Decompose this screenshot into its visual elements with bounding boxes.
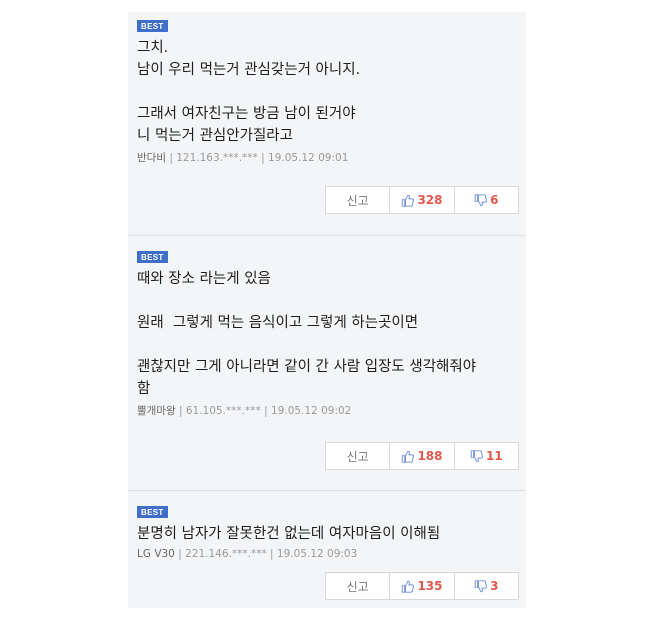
comment-panel: BEST 그치. 남이 우리 먹는거 관심갖는거 아니지. 그래서 여자친구는 … [128, 12, 526, 608]
dislike-count: 3 [490, 579, 499, 593]
comment-line [137, 334, 526, 356]
author-nick[interactable]: LG V30 [137, 548, 175, 560]
comment-divider [128, 490, 526, 491]
comment-actions: 신고 328 6 [325, 186, 519, 214]
thumbs-up-icon [401, 450, 415, 463]
comment-meta: 뿔개마왕 | 61.105.***.*** | 19.05.12 09:02 [137, 405, 352, 417]
comment-date: 19.05.12 09:02 [271, 405, 352, 417]
comment-body: 분명히 남자가 잘못한건 없는데 여자마음이 이해됨 [137, 523, 526, 545]
comment-date: 19.05.12 09:01 [268, 152, 349, 164]
thumbs-up-icon [401, 580, 415, 593]
dislike-count: 11 [485, 449, 503, 463]
dislike-button[interactable]: 3 [453, 573, 518, 599]
comment-line: 그래서 여자친구는 방금 남이 된거야 [137, 106, 356, 122]
comment-body: 때와 장소 라는게 있음 원래 그렇게 먹는 음식이고 그렇게 하는곳이면 괜찮… [137, 268, 526, 400]
like-button[interactable]: 135 [389, 573, 453, 599]
like-count: 135 [417, 579, 443, 593]
comment-line: 때와 장소 라는게 있음 [137, 271, 271, 287]
like-count: 188 [417, 449, 443, 463]
thumbs-up-icon [401, 194, 415, 207]
author-ip: 61.105.***.*** [185, 405, 261, 417]
thumbs-down-icon [474, 193, 488, 207]
comment-date: 19.05.12 09:03 [276, 548, 358, 560]
best-badge: BEST [137, 20, 168, 32]
comment-item: BEST 그치. 남이 우리 먹는거 관심갖는거 아니지. 그래서 여자친구는 … [128, 12, 526, 165]
comment-line: 함 [137, 381, 151, 397]
comment-line [137, 81, 526, 103]
comment-meta: 반다비 | 121.163.***.*** | 19.05.12 09:01 [137, 152, 349, 164]
like-button[interactable]: 328 [389, 187, 453, 213]
author-nick[interactable]: 반다비 [137, 152, 166, 164]
comment-line: 원래 그렇게 먹는 음식이고 그렇게 하는곳이면 [137, 315, 419, 331]
comment-item: BEST 때와 장소 라는게 있음 원래 그렇게 먹는 음식이고 그렇게 하는곳… [128, 243, 526, 418]
comment-divider [128, 235, 526, 236]
comment-line: 분명히 남자가 잘못한건 없는데 여자마음이 이해됨 [137, 526, 441, 542]
comment-line: 그치. [137, 40, 169, 56]
author-ip: 221.146.***.*** [185, 548, 267, 560]
comment-actions: 신고 135 3 [325, 572, 519, 600]
report-button[interactable]: 신고 [326, 443, 389, 469]
dislike-count: 6 [490, 193, 499, 207]
comment-line: 괜찮지만 그게 아니라면 같이 간 사람 입장도 생각해줘야 [137, 359, 477, 375]
author-nick[interactable]: 뿔개마왕 [137, 405, 176, 417]
comment-line [137, 290, 526, 312]
comment-line: 남이 우리 먹는거 관심갖는거 아니지. [137, 62, 361, 78]
comment-meta: LG V30 | 221.146.***.*** | 19.05.12 09:0… [137, 548, 358, 560]
thumbs-down-icon [474, 579, 488, 593]
comment-line: 니 먹는거 관심안가질라고 [137, 128, 293, 144]
like-button[interactable]: 188 [389, 443, 453, 469]
report-button[interactable]: 신고 [326, 187, 389, 213]
best-badge: BEST [137, 506, 168, 518]
comment-actions: 신고 188 11 [325, 442, 519, 470]
comment-body: 그치. 남이 우리 먹는거 관심갖는거 아니지. 그래서 여자친구는 방금 남이… [137, 37, 526, 147]
like-count: 328 [417, 193, 443, 207]
thumbs-down-icon [470, 449, 483, 463]
report-button[interactable]: 신고 [326, 573, 389, 599]
dislike-button[interactable]: 6 [453, 187, 518, 213]
comment-item: BEST 분명히 남자가 잘못한건 없는데 여자마음이 이해됨 LG V30 |… [128, 498, 526, 560]
best-badge: BEST [137, 251, 168, 263]
author-ip: 121.163.***.*** [176, 152, 258, 164]
dislike-button[interactable]: 11 [453, 443, 518, 469]
